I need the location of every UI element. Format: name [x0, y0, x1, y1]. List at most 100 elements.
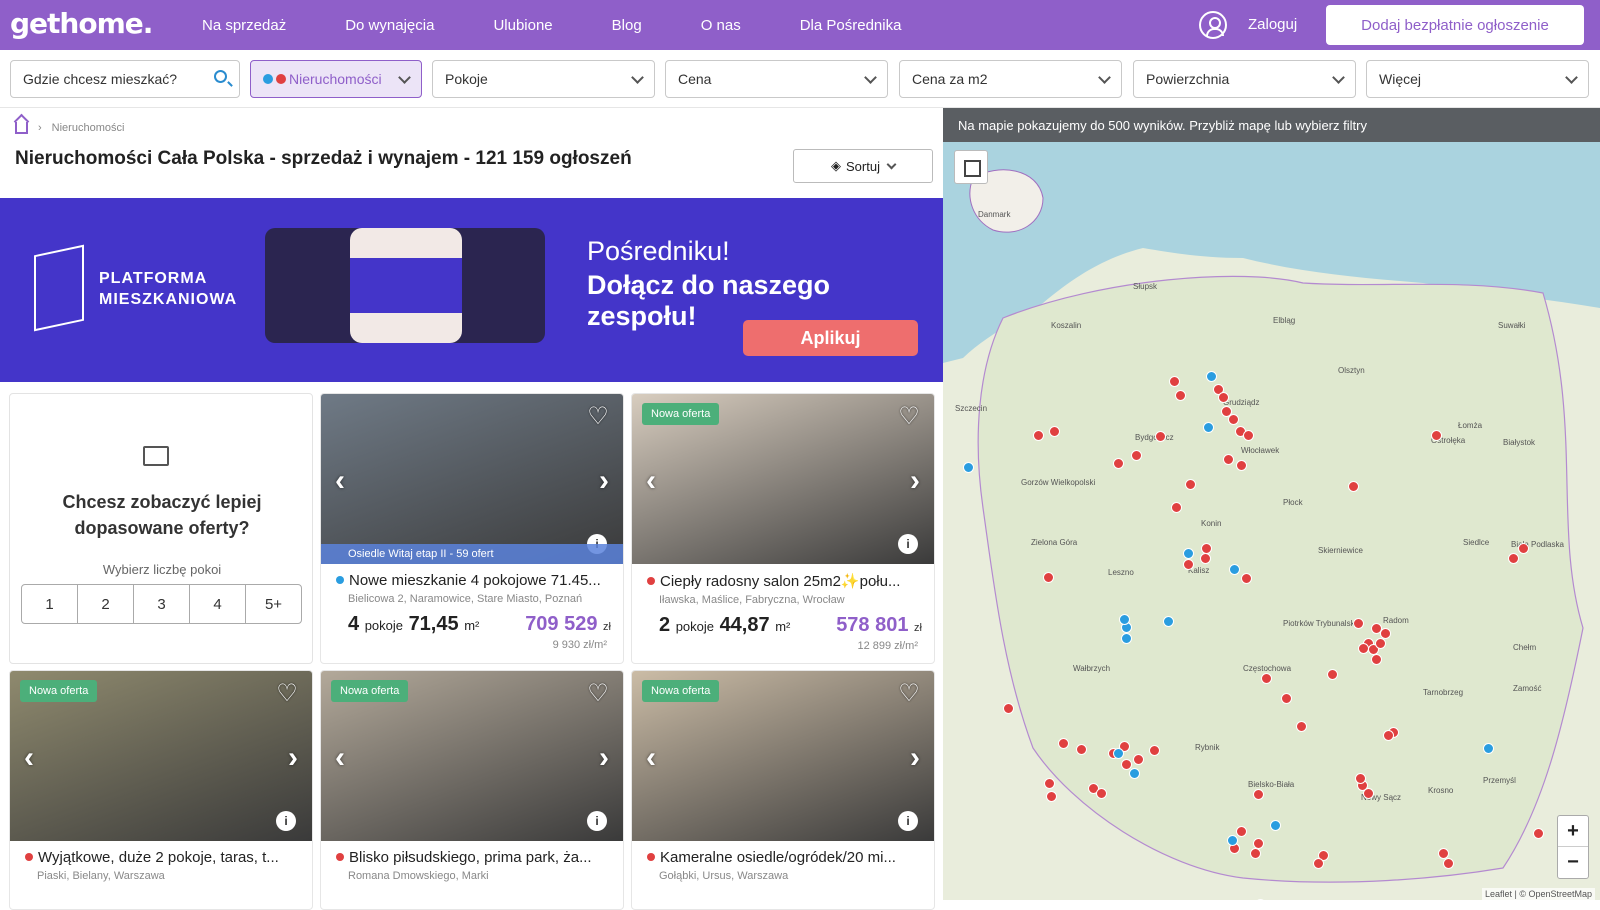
map-marker-red[interactable]: [1218, 392, 1229, 403]
map-marker-red[interactable]: [1518, 543, 1529, 554]
map-marker-red[interactable]: [1327, 669, 1338, 680]
map-marker-red[interactable]: [1261, 673, 1272, 684]
agent-recruitment-banner[interactable]: PLATFORMA MIESZKANIOWA Pośredniku! Dołąc…: [0, 198, 943, 382]
map-marker-red[interactable]: [1375, 638, 1386, 649]
map-marker-red[interactable]: [1046, 791, 1057, 802]
map-marker-red[interactable]: [1431, 430, 1442, 441]
chevron-left-icon[interactable]: ‹: [335, 464, 345, 498]
map-marker-red[interactable]: [1223, 454, 1234, 465]
map-marker-red[interactable]: [1043, 572, 1054, 583]
map-marker-red[interactable]: [1185, 479, 1196, 490]
map-marker-red[interactable]: [1241, 573, 1252, 584]
listing-photo[interactable]: Nowa oferta ♡ ‹ › i: [632, 671, 934, 841]
nav-blog[interactable]: Blog: [612, 17, 642, 34]
listing-card[interactable]: ♡ ‹ › i Osiedle Witaj etap II - 59 ofert…: [320, 393, 624, 664]
property-type-dropdown[interactable]: Nieruchomości: [250, 60, 422, 98]
heart-icon[interactable]: ♡: [585, 403, 611, 430]
area-dropdown[interactable]: Powierzchnia: [1133, 60, 1356, 98]
listing-title[interactable]: Kameralne osiedle/ogródek/20 mi...: [632, 841, 932, 866]
map-marker-red[interactable]: [1033, 430, 1044, 441]
map-marker-red[interactable]: [1155, 431, 1166, 442]
listing-photo[interactable]: ♡ ‹ › i Osiedle Witaj etap II - 59 ofert: [321, 394, 623, 564]
sort-button[interactable]: ◈ Sortuj: [793, 149, 933, 183]
map-marker-blue[interactable]: [1119, 614, 1130, 625]
map-marker-red[interactable]: [1253, 789, 1264, 800]
map-marker-red[interactable]: [1183, 559, 1194, 570]
more-filters-dropdown[interactable]: Więcej: [1366, 60, 1589, 98]
nav-for-rent[interactable]: Do wynajęcia: [345, 17, 434, 34]
chevron-right-icon[interactable]: ›: [288, 741, 298, 775]
map-marker-red[interactable]: [1443, 858, 1454, 869]
chevron-left-icon[interactable]: ‹: [335, 741, 345, 775]
map-marker-red[interactable]: [1228, 414, 1239, 425]
map-marker-red[interactable]: [1175, 390, 1186, 401]
map-marker-red[interactable]: [1113, 458, 1124, 469]
room-option-2[interactable]: 2: [78, 585, 134, 623]
map-marker-red[interactable]: [1236, 460, 1247, 471]
map-marker-red[interactable]: [1044, 778, 1055, 789]
add-listing-button[interactable]: Dodaj bezpłatnie ogłoszenie: [1326, 5, 1584, 45]
listing-title[interactable]: Blisko piłsudskiego, prima park, ża...: [321, 841, 621, 866]
listing-photo[interactable]: Nowa oferta ♡ ‹ › i: [321, 671, 623, 841]
map-marker-blue[interactable]: [1270, 820, 1281, 831]
map-marker-red[interactable]: [1358, 643, 1369, 654]
chevron-left-icon[interactable]: ‹: [646, 741, 656, 775]
listing-card[interactable]: Nowa oferta ♡ ‹ › i Blisko piłsudskiego,…: [320, 670, 624, 910]
map-marker-red[interactable]: [1096, 788, 1107, 799]
map-marker-blue[interactable]: [1163, 616, 1174, 627]
nav-for-sale[interactable]: Na sprzedaż: [202, 17, 286, 34]
map-attribution[interactable]: Leaflet | © OpenStreetMap: [1481, 888, 1595, 900]
login-link[interactable]: Zaloguj: [1248, 16, 1297, 33]
listing-photo[interactable]: Nowa oferta ♡ ‹ › i: [632, 394, 934, 564]
listing-card[interactable]: Nowa oferta ♡ ‹ › i Kameralne osiedle/og…: [631, 670, 935, 910]
chevron-right-icon[interactable]: ›: [599, 741, 609, 775]
listing-photo[interactable]: Nowa oferta ♡ ‹ › i: [10, 671, 312, 841]
map-marker-blue[interactable]: [1203, 422, 1214, 433]
map-marker-red[interactable]: [1363, 788, 1374, 799]
map-marker-red[interactable]: [1131, 450, 1142, 461]
listing-card[interactable]: Nowa oferta ♡ ‹ › i Wyjątkowe, duże 2 po…: [9, 670, 313, 910]
room-option-5plus[interactable]: 5+: [246, 585, 301, 623]
map-marker-red[interactable]: [1250, 848, 1261, 859]
gethome-logo[interactable]: gethome.: [10, 7, 153, 40]
map-marker-red[interactable]: [1355, 773, 1366, 784]
heart-icon[interactable]: ♡: [274, 680, 300, 707]
listing-title[interactable]: Wyjątkowe, duże 2 pokoje, taras, t...: [10, 841, 310, 866]
listing-card[interactable]: Nowa oferta ♡ ‹ › i Ciepły radosny salon…: [631, 393, 935, 664]
development-bar[interactable]: Osiedle Witaj etap II - 59 ofert: [321, 544, 623, 564]
map-marker-blue[interactable]: [1183, 548, 1194, 559]
price-per-m2-dropdown[interactable]: Cena za m2: [899, 60, 1122, 98]
map-marker-red[interactable]: [1371, 654, 1382, 665]
map-marker-red[interactable]: [1149, 745, 1160, 756]
zoom-out-button[interactable]: −: [1558, 847, 1588, 878]
map-marker-blue[interactable]: [1483, 743, 1494, 754]
map-marker-red[interactable]: [1371, 623, 1382, 634]
map-marker-red[interactable]: [1003, 703, 1014, 714]
map-marker-red[interactable]: [1200, 553, 1211, 564]
home-icon[interactable]: [15, 122, 28, 134]
map-marker-red[interactable]: [1049, 426, 1060, 437]
listing-title[interactable]: Ciepły radosny salon 25m2✨połu...: [632, 564, 932, 590]
listing-title[interactable]: Nowe mieszkanie 4 pokojowe 71.45...: [321, 564, 621, 589]
info-icon[interactable]: i: [276, 811, 296, 831]
map-marker-red[interactable]: [1058, 738, 1069, 749]
zoom-in-button[interactable]: +: [1558, 816, 1588, 847]
map-marker-red[interactable]: [1171, 502, 1182, 513]
rooms-dropdown[interactable]: Pokoje: [432, 60, 655, 98]
room-option-3[interactable]: 3: [134, 585, 190, 623]
map-marker-blue[interactable]: [1129, 768, 1140, 779]
map-marker-red[interactable]: [1076, 744, 1087, 755]
map-marker-blue[interactable]: [1229, 564, 1240, 575]
fullscreen-icon[interactable]: [954, 150, 988, 184]
map-marker-blue[interactable]: [1227, 835, 1238, 846]
heart-icon[interactable]: ♡: [585, 680, 611, 707]
chevron-right-icon[interactable]: ›: [910, 464, 920, 498]
chevron-left-icon[interactable]: ‹: [646, 464, 656, 498]
map-marker-red[interactable]: [1281, 693, 1292, 704]
map-marker-blue[interactable]: [1206, 371, 1217, 382]
chevron-right-icon[interactable]: ›: [910, 741, 920, 775]
map-marker-blue[interactable]: [1113, 748, 1124, 759]
search-icon[interactable]: [214, 70, 227, 83]
map-marker-red[interactable]: [1296, 721, 1307, 732]
heart-icon[interactable]: ♡: [896, 680, 922, 707]
